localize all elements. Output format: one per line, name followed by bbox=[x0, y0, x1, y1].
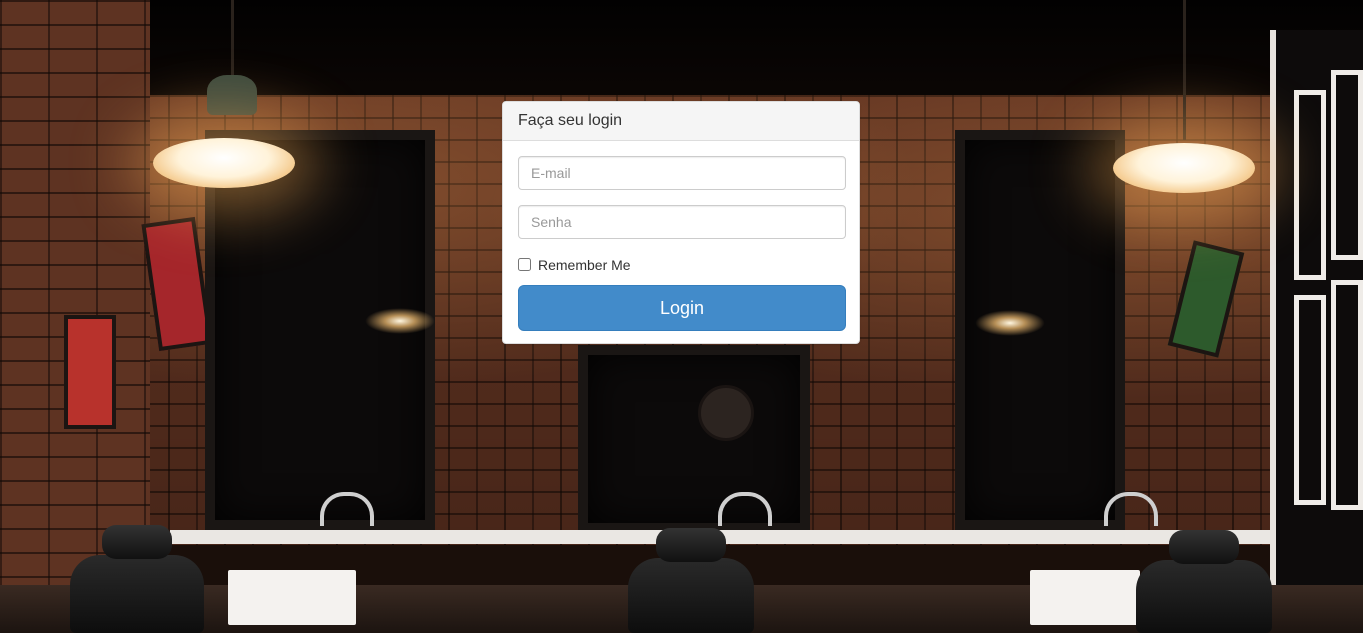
barber-chair bbox=[628, 528, 754, 633]
door bbox=[1270, 30, 1363, 633]
remember-me-row[interactable]: Remember Me bbox=[518, 256, 844, 273]
password-input[interactable] bbox=[518, 205, 846, 239]
wall-poster bbox=[64, 315, 116, 429]
barber-chair bbox=[70, 525, 204, 633]
door-panel bbox=[1331, 70, 1363, 260]
remember-me-label: Remember Me bbox=[538, 256, 631, 273]
faucet bbox=[320, 492, 374, 526]
chair-headrest bbox=[102, 525, 172, 559]
ceiling-lamp bbox=[153, 138, 295, 188]
login-panel: Faça seu login Remember Me Login bbox=[502, 101, 860, 344]
ceiling bbox=[0, 0, 1363, 110]
page-root: Faça seu login Remember Me Login bbox=[0, 0, 1363, 633]
door-panel bbox=[1294, 295, 1326, 505]
login-form: Remember Me Login bbox=[503, 141, 859, 343]
mirror-reflection bbox=[975, 310, 1045, 336]
chair-headrest bbox=[656, 528, 726, 562]
mirror bbox=[205, 130, 435, 530]
faucet bbox=[718, 492, 772, 526]
login-button[interactable]: Login bbox=[518, 285, 846, 331]
mirror bbox=[955, 130, 1125, 530]
mirror bbox=[578, 345, 810, 533]
login-title: Faça seu login bbox=[503, 102, 859, 141]
mirror-reflection bbox=[365, 308, 435, 334]
lamp-shade bbox=[207, 75, 257, 115]
remember-me-checkbox[interactable] bbox=[518, 258, 531, 271]
wall-clock bbox=[698, 385, 754, 441]
sink bbox=[228, 570, 356, 625]
lamp-cord bbox=[231, 0, 234, 80]
sink bbox=[1030, 570, 1140, 625]
ceiling-lamp bbox=[1113, 143, 1255, 193]
chair-headrest bbox=[1169, 530, 1239, 564]
barber-chair bbox=[1136, 530, 1272, 633]
lamp-cord bbox=[1183, 0, 1186, 140]
faucet bbox=[1104, 492, 1158, 526]
email-input[interactable] bbox=[518, 156, 846, 190]
door-panel bbox=[1331, 280, 1363, 510]
door-panel bbox=[1294, 90, 1326, 280]
